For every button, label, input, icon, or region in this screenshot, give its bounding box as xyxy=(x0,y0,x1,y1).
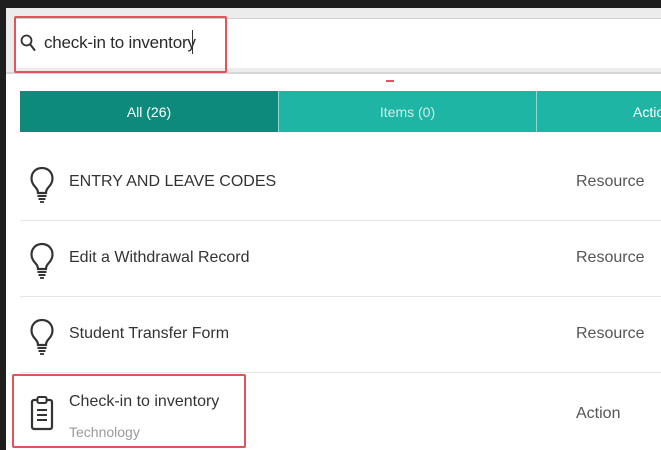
tab-actions[interactable]: Actio xyxy=(536,91,661,132)
list-item[interactable]: Student Transfer Form Resource xyxy=(20,297,661,373)
result-title: Edit a Withdrawal Record xyxy=(69,249,250,266)
result-type: Resource xyxy=(576,325,645,342)
search-icon[interactable] xyxy=(20,34,36,52)
list-item[interactable]: Check-in to inventory Technology Action xyxy=(20,373,661,450)
lightbulb-icon xyxy=(30,318,54,355)
result-title: Student Transfer Form xyxy=(69,325,230,342)
search-input[interactable] xyxy=(44,29,444,57)
result-tabs: All (26) Items (0) Actio xyxy=(20,91,661,132)
window-top-border xyxy=(0,0,661,8)
result-subtitle: Technology xyxy=(69,424,140,440)
result-type: Resource xyxy=(576,249,645,266)
result-title: ENTRY AND LEAVE CODES xyxy=(69,173,277,190)
highlight-mark xyxy=(386,80,394,82)
result-title: Check-in to inventory xyxy=(69,393,220,410)
results-list: ENTRY AND LEAVE CODES Resource Edit a Wi… xyxy=(20,145,661,450)
lightbulb-icon xyxy=(30,242,54,279)
clipboard-icon xyxy=(30,396,54,431)
lightbulb-icon xyxy=(30,166,54,203)
text-caret xyxy=(192,30,193,54)
screen: All (26) Items (0) Actio ENTRY AND LEAVE… xyxy=(0,0,661,450)
list-item[interactable]: ENTRY AND LEAVE CODES Resource xyxy=(20,145,661,221)
tab-all[interactable]: All (26) xyxy=(20,91,278,132)
result-type: Action xyxy=(576,405,621,422)
list-item[interactable]: Edit a Withdrawal Record Resource xyxy=(20,221,661,297)
tab-items[interactable]: Items (0) xyxy=(278,91,536,132)
result-type: Resource xyxy=(576,173,645,190)
